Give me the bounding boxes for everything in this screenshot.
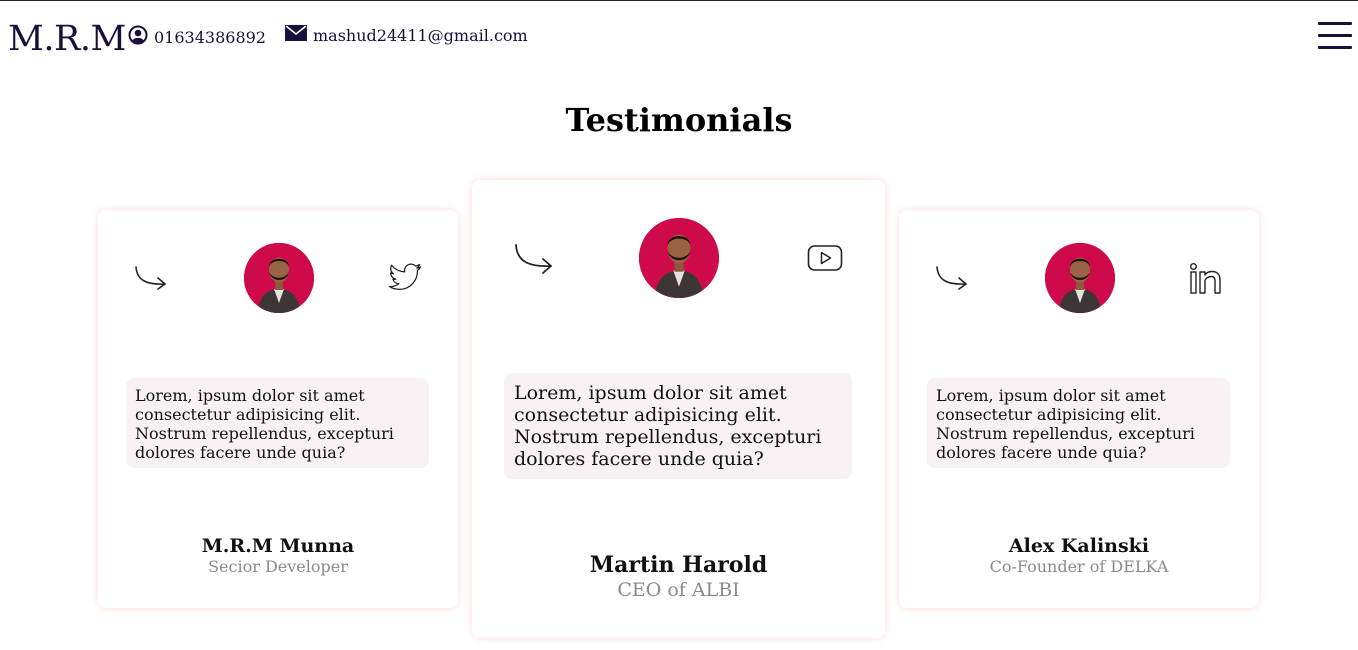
email-contact[interactable]: mashud24411@gmail.com bbox=[285, 25, 528, 47]
testimonial-role: Secior Developer bbox=[208, 557, 348, 576]
user-circle-icon bbox=[128, 25, 154, 51]
section-title: Testimonials bbox=[565, 101, 793, 139]
navbar: M.R.M 01634386892 mashud24411@gmail.com bbox=[0, 0, 1358, 75]
hamburger-line bbox=[1318, 34, 1352, 37]
youtube-icon[interactable] bbox=[807, 243, 843, 273]
twitter-icon[interactable] bbox=[388, 263, 422, 293]
linkedin-icon[interactable] bbox=[1189, 262, 1223, 296]
envelope-icon bbox=[285, 25, 313, 47]
testimonial-name: M.R.M Munna bbox=[201, 535, 355, 557]
testimonial-role: CEO of ALBI bbox=[617, 579, 740, 601]
testimonial-quote: Lorem, ipsum dolor sit amet consectetur … bbox=[126, 378, 429, 468]
hamburger-line bbox=[1318, 22, 1352, 25]
phone-number: 01634386892 bbox=[154, 28, 266, 47]
curved-arrow-icon bbox=[514, 242, 554, 274]
curved-arrow-icon bbox=[134, 264, 168, 290]
testimonial-name: Alex Kalinski bbox=[1008, 535, 1150, 557]
avatar bbox=[244, 243, 314, 313]
testimonial-quote: Lorem, ipsum dolor sit amet consectetur … bbox=[927, 378, 1230, 468]
avatar bbox=[639, 218, 719, 298]
testimonial-card: Lorem, ipsum dolor sit amet consectetur … bbox=[899, 210, 1259, 608]
email-address: mashud24411@gmail.com bbox=[313, 26, 528, 45]
curved-arrow-icon bbox=[935, 264, 969, 290]
avatar bbox=[1045, 243, 1115, 313]
testimonial-card: Lorem, ipsum dolor sit amet consectetur … bbox=[98, 210, 458, 608]
phone-contact[interactable]: 01634386892 bbox=[128, 25, 266, 51]
hamburger-line bbox=[1318, 46, 1352, 49]
hamburger-menu-button[interactable] bbox=[1318, 22, 1352, 50]
testimonial-role: Co-Founder of DELKA bbox=[989, 557, 1169, 576]
testimonial-quote: Lorem, ipsum dolor sit amet consectetur … bbox=[504, 373, 852, 479]
brand-logo[interactable]: M.R.M bbox=[8, 18, 126, 60]
testimonial-name: Martin Harold bbox=[589, 552, 768, 578]
testimonial-card: Lorem, ipsum dolor sit amet consectetur … bbox=[472, 180, 885, 638]
